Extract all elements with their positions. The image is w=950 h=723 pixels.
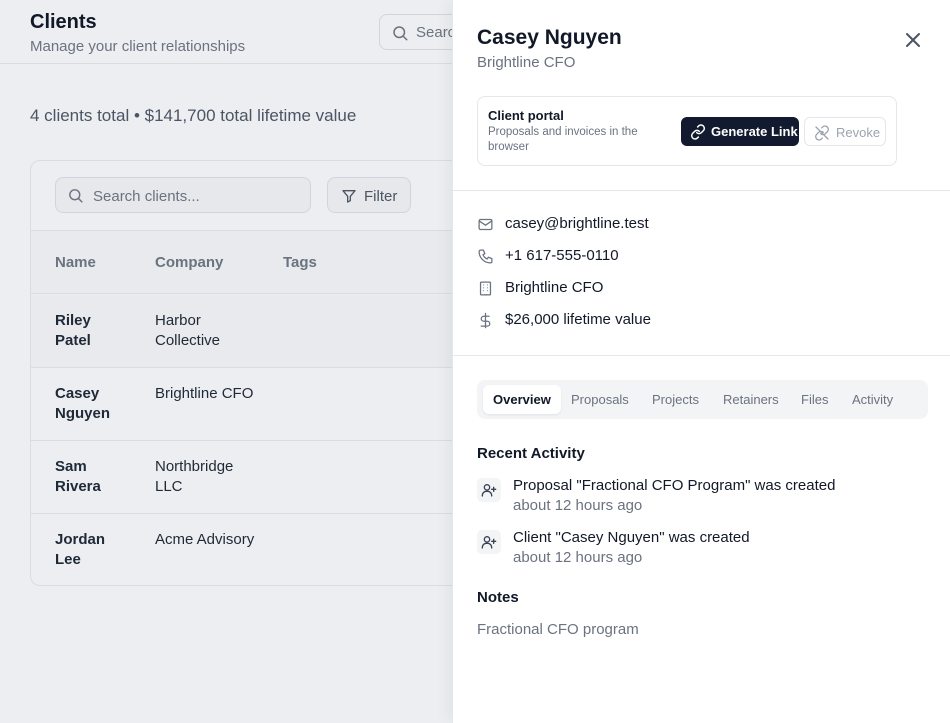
building-icon	[477, 280, 494, 302]
divider	[453, 355, 950, 356]
client-search-input[interactable]: Search clients...	[55, 177, 311, 213]
client-portal-description: Proposals and invoices in the browser	[488, 126, 638, 153]
client-name: Jordan Lee	[55, 531, 106, 568]
client-email[interactable]: casey@brightline.test	[505, 215, 649, 232]
client-name: Casey Nguyen	[55, 385, 111, 422]
notes-title: Notes	[477, 589, 519, 606]
client-detail-company: Brightline CFO	[477, 54, 576, 71]
column-header-company[interactable]: Company	[155, 254, 223, 271]
tab-proposals[interactable]: Proposals	[561, 385, 639, 414]
page-subtitle: Manage your client relationships	[30, 38, 246, 55]
search-icon	[67, 187, 84, 209]
client-phone[interactable]: +1 617-555-0110	[505, 247, 619, 264]
client-company: Northbridge LLC	[155, 458, 234, 495]
client-company: Harbor Collective	[155, 312, 221, 349]
client-name: Sam Rivera	[55, 458, 101, 495]
table-row[interactable]: Jordan Lee Acme Advisory	[31, 514, 509, 585]
tab-activity[interactable]: Activity	[842, 385, 903, 414]
activity-item: Proposal "Fractional CFO Program" was cr…	[477, 477, 917, 521]
search-icon	[391, 24, 409, 47]
notes-text: Fractional CFO program	[477, 621, 639, 638]
clients-summary: 4 clients total • $141,700 total lifetim…	[30, 106, 357, 125]
activity-item: Client "Casey Nguyen" was created about …	[477, 529, 917, 573]
dollar-icon	[477, 312, 494, 334]
revoke-button[interactable]: Revoke	[804, 117, 886, 146]
activity-text: Proposal "Fractional CFO Program" was cr…	[513, 477, 836, 494]
table-header: Name Company Tags	[31, 230, 509, 294]
column-header-tags[interactable]: Tags	[283, 254, 317, 271]
client-lifetime-value: $26,000 lifetime value	[505, 311, 651, 328]
filter-button[interactable]: Filter	[327, 177, 411, 213]
table-row[interactable]: Riley Patel Harbor Collective	[31, 295, 509, 368]
client-company-info: Brightline CFO	[505, 279, 604, 296]
link-off-icon	[814, 125, 830, 146]
revoke-label: Revoke	[836, 125, 881, 140]
activity-time: about 12 hours ago	[513, 497, 643, 514]
generate-link-label: Generate Link	[711, 124, 798, 139]
filter-icon	[341, 188, 357, 209]
client-portal-title: Client portal	[488, 108, 564, 123]
close-icon[interactable]	[901, 28, 925, 52]
table-row[interactable]: Sam Rivera Northbridge LLC	[31, 441, 509, 514]
activity-text: Client "Casey Nguyen" was created	[513, 529, 750, 546]
client-portal-card: Client portal Proposals and invoices in …	[477, 96, 897, 166]
table-row[interactable]: Casey Nguyen Brightline CFO	[31, 368, 509, 441]
link-icon	[690, 124, 706, 145]
detail-tabs: Overview Proposals Projects Retainers Fi…	[477, 380, 928, 419]
client-company: Brightline CFO	[155, 385, 254, 402]
client-name: Riley Patel	[55, 312, 91, 349]
client-company: Acme Advisory	[155, 531, 255, 548]
phone-icon	[477, 248, 494, 270]
filter-label: Filter	[364, 188, 398, 205]
column-header-name[interactable]: Name	[55, 254, 96, 271]
clients-table-card: Search clients... Filter Name Company Ta…	[30, 160, 510, 586]
client-detail-name: Casey Nguyen	[477, 26, 622, 49]
tab-overview[interactable]: Overview	[483, 385, 561, 414]
recent-activity-title: Recent Activity	[477, 445, 585, 462]
client-search-placeholder: Search clients...	[93, 188, 200, 205]
tab-retainers[interactable]: Retainers	[713, 385, 789, 414]
user-plus-icon	[477, 530, 501, 554]
activity-time: about 12 hours ago	[513, 549, 643, 566]
divider	[453, 190, 950, 191]
tab-projects[interactable]: Projects	[642, 385, 709, 414]
page-title: Clients	[30, 11, 97, 33]
mail-icon	[477, 216, 494, 238]
generate-link-button[interactable]: Generate Link	[681, 117, 799, 146]
client-detail-drawer: Casey Nguyen Brightline CFO Client porta…	[452, 0, 950, 723]
user-plus-icon	[477, 478, 501, 502]
tab-files[interactable]: Files	[791, 385, 838, 414]
